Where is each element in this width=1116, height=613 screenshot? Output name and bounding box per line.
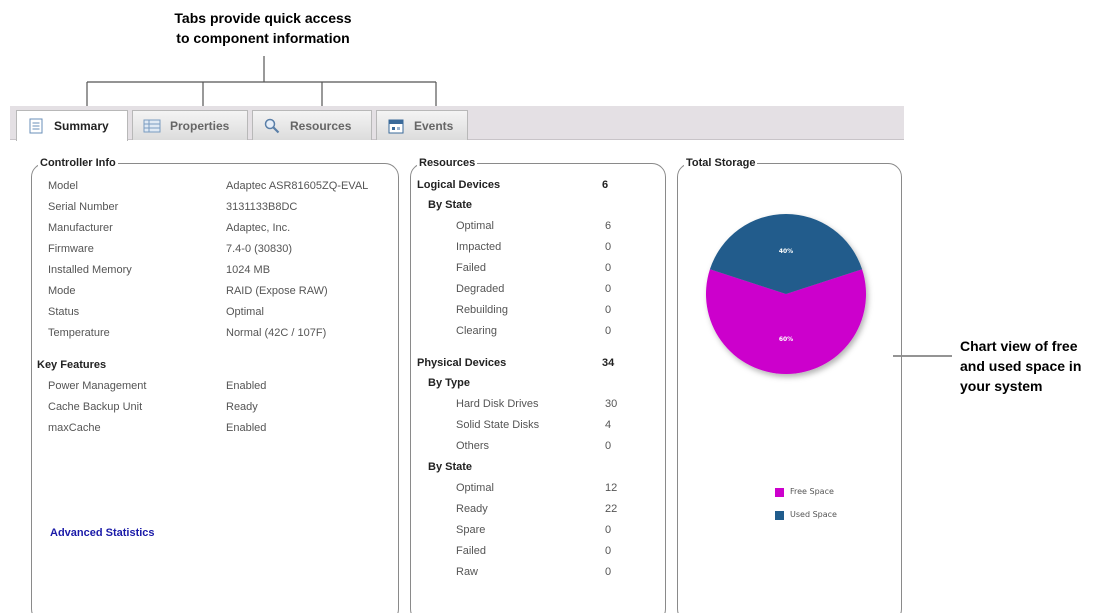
logical-failed-label: Failed (456, 262, 486, 274)
chart-callout: Chart view of free and used space in you… (960, 336, 1116, 396)
firmware-value: 7.4-0 (30830) (226, 243, 293, 255)
logical-rebuilding-label: Rebuilding (456, 304, 508, 316)
logical-clearing-value: 0 (605, 325, 612, 337)
installed-memory-value: 1024 MB (226, 264, 271, 276)
legend-used-swatch (775, 511, 784, 520)
total-storage-panel: Total Storage 60% 40% Free Space Used Spa… (677, 156, 902, 613)
storage-pie-chart: 60% 40% (706, 213, 866, 374)
tabs-callout-line-1: Tabs provide quick access (174, 10, 352, 26)
mode-value: RAID (Expose RAW) (226, 285, 328, 297)
power-management-value: Enabled (226, 380, 267, 392)
physical-optimal-label: Optimal (456, 482, 494, 494)
manufacturer-value: Adaptec, Inc. (226, 222, 291, 234)
logical-degraded-label: Degraded (456, 283, 505, 295)
calendar-icon (387, 118, 405, 134)
pie-label-free-space: 60% (779, 336, 793, 343)
logical-devices-label: Logical Devices (417, 179, 501, 191)
pie-label-used-space: 40% (779, 248, 793, 255)
physical-devices-label: Physical Devices (417, 357, 507, 369)
logical-failed-value: 0 (605, 262, 612, 274)
status-value: Optimal (226, 306, 264, 318)
key-features-heading: Key Features (37, 359, 107, 371)
temperature-value: Normal (42C / 107F) (226, 327, 327, 339)
serial-number-value: 3131133B8DC (226, 201, 298, 213)
physical-by-type-heading: By Type (428, 377, 470, 389)
physical-failed-value: 0 (605, 545, 612, 557)
advanced-statistics-link[interactable]: Advanced Statistics (50, 526, 155, 540)
physical-raw-value: 0 (605, 566, 612, 578)
status-label: Status (48, 306, 80, 318)
logical-degraded-value: 0 (605, 283, 612, 295)
tab-properties[interactable]: Properties (132, 110, 248, 140)
logical-by-state-heading: By State (428, 199, 473, 211)
physical-ready-value: 22 (605, 503, 618, 515)
others-value: 0 (605, 440, 612, 452)
legend-used-label: Used Space (790, 510, 837, 519)
controller-info-title: Controller Info (38, 156, 118, 170)
tab-summary-label: Summary (54, 119, 109, 133)
physical-spare-label: Spare (456, 524, 486, 536)
tab-resources-label: Resources (290, 118, 352, 133)
tabs-callout-line-2: to component information (176, 30, 350, 46)
serial-number-label: Serial Number (48, 201, 119, 213)
legend-free-swatch (775, 488, 784, 497)
legend-free-label: Free Space (790, 487, 834, 496)
magnifier-icon (263, 118, 281, 134)
cache-backup-unit-label: Cache Backup Unit (48, 401, 143, 413)
power-management-label: Power Management (48, 380, 147, 392)
tab-strip: Summary Properties Resources Events (10, 106, 904, 141)
resources-title: Resources (417, 156, 478, 170)
chart-callout-line-3: your system (960, 378, 1043, 394)
maxcache-label: maxCache (48, 422, 101, 434)
logical-impacted-value: 0 (605, 241, 612, 253)
physical-devices-count: 34 (602, 357, 615, 369)
logical-rebuilding-value: 0 (605, 304, 612, 316)
maxcache-value: Enabled (226, 422, 267, 434)
physical-spare-value: 0 (605, 524, 612, 536)
tabs-callout: Tabs provide quick access to component i… (118, 8, 408, 48)
physical-raw-label: Raw (456, 566, 479, 578)
solid-state-disks-label: Solid State Disks (456, 419, 540, 431)
model-label: Model (48, 180, 78, 192)
chart-callout-line-2: and used space in (960, 358, 1082, 374)
physical-optimal-value: 12 (605, 482, 618, 494)
hard-disk-drives-value: 30 (605, 398, 618, 410)
tab-events-label: Events (414, 118, 454, 133)
mode-label: Mode (48, 285, 76, 297)
resources-panel: Resources Logical Devices 6 By State Opt… (410, 156, 666, 613)
logical-devices-count: 6 (602, 179, 609, 191)
logical-optimal-value: 6 (605, 220, 612, 232)
controller-info-panel: Controller Info Model Adaptec ASR81605ZQ… (31, 156, 399, 613)
physical-by-state-heading: By State (428, 461, 473, 473)
manufacturer-label: Manufacturer (48, 222, 113, 234)
tab-properties-label: Properties (170, 118, 230, 133)
installed-memory-label: Installed Memory (48, 264, 132, 276)
tab-events[interactable]: Events (376, 110, 468, 140)
model-value: Adaptec ASR81605ZQ-EVAL (226, 180, 369, 192)
document-icon (27, 118, 45, 134)
tab-summary[interactable]: Summary (16, 110, 128, 141)
logical-optimal-label: Optimal (456, 220, 494, 232)
cache-backup-unit-value: Ready (226, 401, 258, 413)
solid-state-disks-value: 4 (605, 419, 612, 431)
firmware-label: Firmware (48, 243, 94, 255)
chart-callout-line-1: Chart view of free (960, 338, 1078, 354)
hard-disk-drives-label: Hard Disk Drives (456, 398, 539, 410)
logical-clearing-label: Clearing (456, 325, 497, 337)
total-storage-title: Total Storage (684, 156, 758, 170)
tab-resources[interactable]: Resources (252, 110, 372, 140)
properties-icon (143, 118, 161, 134)
others-label: Others (456, 440, 490, 452)
physical-failed-label: Failed (456, 545, 486, 557)
temperature-label: Temperature (48, 327, 110, 339)
physical-ready-label: Ready (456, 503, 488, 515)
logical-impacted-label: Impacted (456, 241, 502, 253)
